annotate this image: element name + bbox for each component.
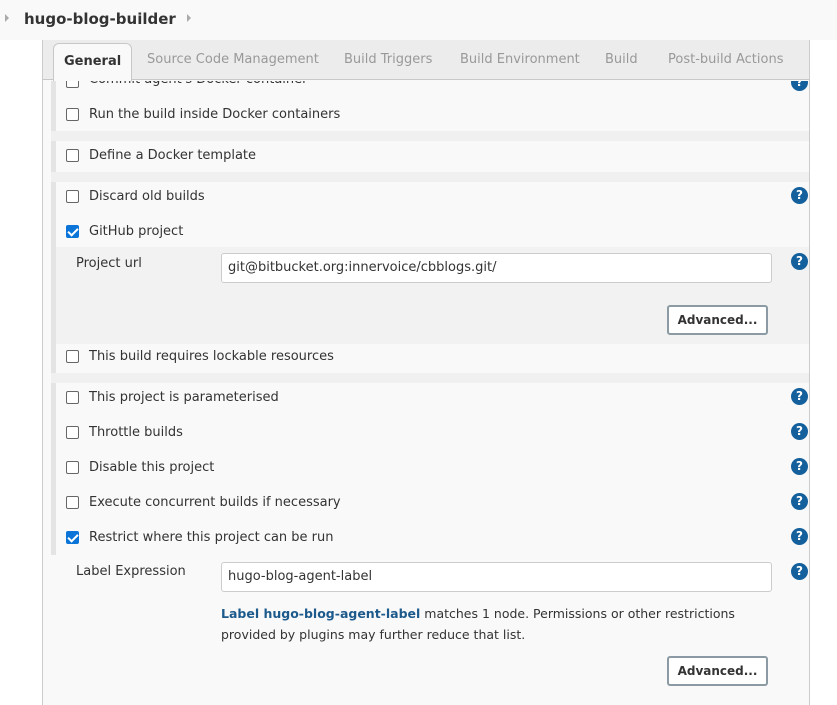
option-label: Execute concurrent builds if necessary — [89, 495, 341, 510]
general-section: Commit agent's Docker container ? Run th… — [43, 81, 809, 705]
help-icon[interactable]: ? — [791, 423, 808, 440]
project-url-label: Project url — [76, 256, 142, 271]
tab-bar: General Source Code Management Build Tri… — [43, 40, 809, 81]
breadcrumb-project[interactable]: hugo-blog-builder — [24, 10, 176, 28]
section-separator — [51, 373, 809, 383]
option-label: Discard old builds — [89, 189, 205, 204]
label-expression-label: Label Expression — [76, 564, 186, 579]
tab-post-build-actions[interactable]: Post-build Actions — [668, 52, 783, 67]
tab-general[interactable]: General — [53, 43, 133, 81]
breadcrumb-separator-icon — [5, 14, 9, 22]
option-label: Restrict where this project can be run — [89, 530, 334, 545]
help-icon[interactable]: ? — [791, 253, 808, 270]
checkbox[interactable] — [66, 190, 79, 203]
config-panel: General Source Code Management Build Tri… — [42, 40, 810, 705]
help-icon[interactable]: ? — [791, 458, 808, 475]
checkbox[interactable] — [66, 461, 79, 474]
checkbox-checked[interactable] — [66, 531, 79, 544]
tab-build-environment[interactable]: Build Environment — [460, 52, 580, 67]
help-icon[interactable]: ? — [791, 388, 808, 405]
label-match-info: Label hugo-blog-agent-label matches 1 no… — [221, 603, 781, 645]
breadcrumb: hugo-blog-builder — [0, 0, 837, 40]
help-icon[interactable]: ? — [791, 187, 808, 204]
section-separator — [51, 131, 809, 141]
help-icon[interactable]: ? — [791, 563, 808, 580]
help-icon[interactable]: ? — [791, 528, 808, 545]
option-label: Run the build inside Docker containers — [89, 107, 341, 122]
option-label: Throttle builds — [89, 425, 183, 440]
option-label: Define a Docker template — [89, 148, 257, 163]
project-url-input[interactable]: git@bitbucket.org:innervoice/cbblogs.git… — [221, 253, 772, 283]
advanced-button[interactable]: Advanced... — [667, 305, 768, 335]
checkbox[interactable] — [66, 391, 79, 404]
checkbox[interactable] — [66, 81, 79, 88]
option-label: Disable this project — [89, 460, 215, 475]
checkbox[interactable] — [66, 496, 79, 509]
checkbox[interactable] — [66, 149, 79, 162]
github-project-subsection: Project url git@bitbucket.org:innervoice… — [56, 247, 809, 344]
checkbox[interactable] — [66, 108, 79, 121]
help-icon[interactable]: ? — [791, 81, 808, 91]
section-separator — [51, 172, 809, 182]
tab-build-triggers[interactable]: Build Triggers — [344, 52, 432, 67]
checkbox[interactable] — [66, 426, 79, 439]
label-link[interactable]: Label hugo-blog-agent-label — [221, 606, 420, 621]
option-label: GitHub project — [89, 224, 184, 239]
breadcrumb-dropdown-icon[interactable] — [187, 14, 191, 22]
label-expression-input[interactable]: hugo-blog-agent-label — [221, 562, 772, 592]
help-icon[interactable]: ? — [791, 493, 808, 510]
option-label: This project is parameterised — [89, 390, 279, 405]
checkbox[interactable] — [66, 350, 79, 363]
tab-build[interactable]: Build — [605, 52, 638, 67]
tab-source-code-management[interactable]: Source Code Management — [147, 52, 319, 67]
checkbox-checked[interactable] — [66, 225, 79, 238]
advanced-button[interactable]: Advanced... — [667, 656, 768, 686]
option-label: This build requires lockable resources — [89, 349, 334, 364]
option-label: Commit agent's Docker container — [89, 81, 307, 87]
